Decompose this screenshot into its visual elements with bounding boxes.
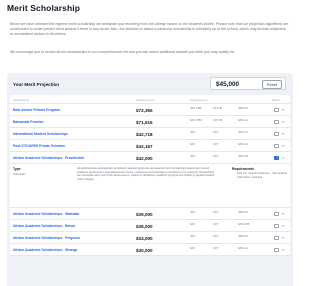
table-row[interactable]: Allston Academic Scholarships - Ferguson… <box>10 232 290 244</box>
expand-chevron-icon[interactable]: ▿ <box>282 131 284 136</box>
sat-requirement: SAT <box>190 222 196 226</box>
expand-chevron-icon[interactable]: ▿ <box>282 119 284 124</box>
reset-button[interactable]: Reset <box>262 80 282 89</box>
sat-requirement: SAT <box>190 154 196 158</box>
award-amount: $34,000 <box>136 235 153 241</box>
scholarship-name-link[interactable]: Allston Academic Scholarships - Watsalan <box>13 212 79 216</box>
scholarship-name-link[interactable]: Post-VITOURRS Private Scholars <box>13 144 65 148</box>
gpa-requirement: GPA 3.5 <box>238 106 248 110</box>
table-row[interactable]: Post-VITOURRS Private Scholars $42,167 SAT… <box>10 140 290 152</box>
gpa-requirement: GPA 3.4 <box>238 118 248 122</box>
select-checkbox[interactable] <box>274 235 279 240</box>
merit-scholarship-page: Merit Scholarship Below we have selected… <box>0 0 300 286</box>
scholarship-name-link[interactable]: Allston Academic Scholarships - Strange <box>13 248 77 252</box>
act-requirement: ACT <box>213 210 219 214</box>
scholarship-name-link[interactable]: Allston Academic Scholarships - Presiden… <box>13 156 84 160</box>
sat-requirement: SAT <box>190 246 196 250</box>
header-requirements: Requirements <box>190 98 208 102</box>
act-requirement: ACT <box>213 142 219 146</box>
select-checkbox[interactable] <box>274 119 279 124</box>
gpa-requirement: GPA 3.55 <box>238 222 250 226</box>
select-checkbox[interactable] <box>274 211 279 216</box>
gpa-requirement: GPA 3.6 <box>238 210 248 214</box>
select-checkbox[interactable] <box>274 131 279 136</box>
award-amount: $72,365 <box>136 107 153 113</box>
table-row[interactable]: Balsamate Promise $71,515 SAT 1780 ACT 25 GP… <box>10 116 290 128</box>
act-requirement: ACT <box>213 246 219 250</box>
header-award-amount: Award Amount <box>136 98 155 102</box>
act-requirement: ACT <box>213 154 219 158</box>
expand-chevron-icon[interactable]: ▿ <box>282 143 284 148</box>
sat-requirement: SAT <box>190 142 196 146</box>
act-requirement: ACT <box>213 222 219 226</box>
award-amount: $42,000 <box>136 155 153 161</box>
scholarship-name-link[interactable]: Balsamate Promise <box>13 120 43 124</box>
rows-after: Allston Academic Scholarships - Watsalan… <box>10 208 290 256</box>
details-description: All applicants are automatically conside… <box>77 167 215 181</box>
details-type-label: Type <box>13 167 21 171</box>
table-row[interactable]: Bold Alumni Fellows Program $72,365 SAT 13… <box>10 104 290 116</box>
table-row[interactable]: International Student Scholarships $42,71… <box>10 128 290 140</box>
merit-projection-panel: Your Merit Projection $45,000 Reset Awar… <box>7 73 293 286</box>
projection-heading: Your Merit Projection <box>13 82 60 87</box>
scholarship-table: Award Name Award Amount Requirements Sel… <box>10 95 290 256</box>
gpa-requirement: GPA 3.3 <box>238 142 248 146</box>
scholarship-name-link[interactable]: Allston Academic Scholarships - Ferguson <box>13 236 80 240</box>
scholarship-name-link[interactable]: Bold Alumni Fellows Program <box>13 108 60 112</box>
act-requirement: ACT <box>213 130 219 134</box>
award-amount: $42,718 <box>136 131 153 137</box>
sat-requirement: SAT <box>190 130 196 134</box>
act-requirement: ACT <box>213 234 219 238</box>
expand-chevron-icon[interactable]: ▵ <box>282 155 284 160</box>
rows-before: Bold Alumni Fellows Program $72,365 SAT 13… <box>10 104 290 164</box>
table-row[interactable]: Allston Academic Scholarships - Strange $… <box>10 244 290 256</box>
sat-requirement: SAT 1350 <box>190 106 202 110</box>
expand-chevron-icon[interactable]: ▿ <box>282 223 284 228</box>
act-requirement: ACT 25 <box>213 118 223 122</box>
table-row[interactable]: Allston Academic Scholarships - Presiden… <box>10 152 290 164</box>
scholarship-name-link[interactable]: International Student Scholarships <box>13 132 68 136</box>
intro-paragraph: Below we have selected the highest merit… <box>10 22 289 36</box>
sat-requirement: SAT <box>190 210 196 214</box>
select-checkbox[interactable] <box>274 247 279 252</box>
details-requirements-value: GPA 3.8 · Entering freshmen · Test-optio… <box>237 172 287 179</box>
award-amount: $30,000 <box>136 247 153 253</box>
header-select: Select <box>272 98 280 102</box>
gpa-requirement: GPA 3.4 <box>238 130 248 134</box>
details-type-value: Automatic <box>13 172 26 176</box>
select-checkbox[interactable] <box>274 223 279 228</box>
select-checkbox[interactable] <box>274 107 279 112</box>
header-award-name: Award Name <box>13 98 30 102</box>
select-checkbox[interactable] <box>274 155 279 160</box>
award-amount: $36,000 <box>136 223 153 229</box>
table-row[interactable]: Allston Academic Scholarships - Watsalan… <box>10 208 290 220</box>
encourage-paragraph: We encourage you to review all the schol… <box>10 50 236 54</box>
sat-requirement: SAT <box>190 234 196 238</box>
select-checkbox[interactable] <box>274 143 279 148</box>
table-header: Award Name Award Amount Requirements Sel… <box>10 95 290 104</box>
gpa-requirement: GPA 3.4 <box>238 246 248 250</box>
projection-total: $45,000 <box>216 80 240 88</box>
projection-total-box: $45,000 Reset <box>210 77 286 90</box>
page-title: Merit Scholarship <box>7 3 81 13</box>
expand-chevron-icon[interactable]: ▿ <box>282 247 284 252</box>
expand-chevron-icon[interactable]: ▿ <box>282 235 284 240</box>
table-row[interactable]: Allston Academic Scholarships - Belsar $3… <box>10 220 290 232</box>
gpa-requirement: GPA 3.5 <box>238 234 248 238</box>
expand-chevron-icon[interactable]: ▿ <box>282 107 284 112</box>
award-amount: $42,167 <box>136 143 153 149</box>
award-amount: $71,515 <box>136 119 153 125</box>
expand-chevron-icon[interactable]: ▿ <box>282 211 284 216</box>
scholarship-details: Type Automatic All applicants are automa… <box>10 164 290 208</box>
sat-requirement: SAT 1780 <box>190 118 202 122</box>
award-amount: $39,000 <box>136 211 153 217</box>
act-requirement: ACT 30 <box>213 106 223 110</box>
scholarship-name-link[interactable]: Allston Academic Scholarships - Belsar <box>13 224 75 228</box>
details-requirements-label: Requirements <box>232 167 254 171</box>
gpa-requirement: GPA 3.8 <box>238 154 248 158</box>
